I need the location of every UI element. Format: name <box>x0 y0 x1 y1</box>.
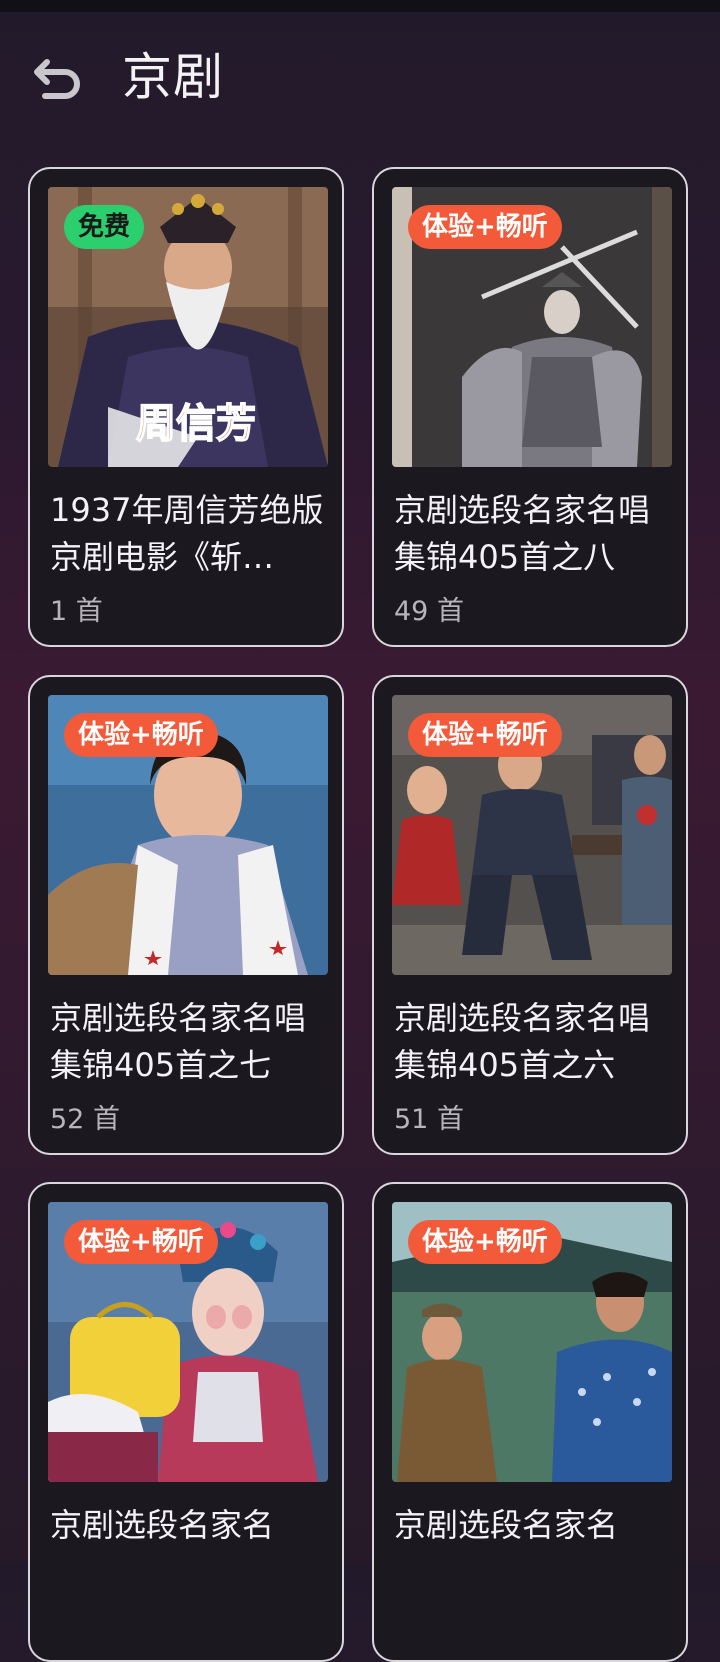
free-badge: 免费 <box>64 205 145 249</box>
album-cover-image: 体验+畅听 <box>392 187 672 467</box>
album-title: 京剧选段名家名唱集锦405首之七 <box>50 999 307 1084</box>
track-count: 51 首 <box>394 1104 464 1135</box>
header: 京剧 <box>0 30 720 120</box>
trial-badge: 体验+畅听 <box>408 205 562 249</box>
album-title: 京剧选段名家名 <box>50 1506 275 1544</box>
album-cover-image: 体验+畅听 <box>48 1202 328 1482</box>
track-count: 52 首 <box>50 1104 120 1135</box>
cover-caption: 周信芳 <box>136 400 256 447</box>
album-card[interactable]: 体验+畅听 京剧选段名家名 <box>372 1182 688 1662</box>
track-count: 49 首 <box>394 596 464 627</box>
page-title: 京剧 <box>122 48 224 106</box>
album-card[interactable]: 体验+畅听 京剧选段名家名唱集锦405首之七 52 首 <box>28 675 344 1155</box>
album-cover-image: 周信芳 免费 <box>48 187 328 467</box>
album-cover-image: 体验+畅听 <box>48 695 328 975</box>
back-button[interactable] <box>28 48 88 108</box>
trial-badge: 体验+畅听 <box>408 713 562 757</box>
album-card[interactable]: 体验+畅听 京剧选段名家名 <box>28 1182 344 1662</box>
trial-badge: 体验+畅听 <box>64 1220 218 1264</box>
status-bar <box>0 0 720 12</box>
trial-badge: 体验+畅听 <box>64 713 218 757</box>
album-cover-image: 体验+畅听 <box>392 695 672 975</box>
trial-badge: 体验+畅听 <box>408 1220 562 1264</box>
track-count: 1 首 <box>50 596 103 627</box>
album-title: 京剧选段名家名唱集锦405首之八 <box>394 491 651 576</box>
album-title: 京剧选段名家名 <box>394 1506 619 1544</box>
album-card[interactable]: 体验+畅听 京剧选段名家名唱集锦405首之八 49 首 <box>372 167 688 647</box>
album-card[interactable]: 周信芳 免费 1937年周信芳绝版京剧电影《斩… 1 首 <box>28 167 344 647</box>
album-title: 京剧选段名家名唱集锦405首之六 <box>394 999 651 1084</box>
back-arrow-icon <box>34 59 80 99</box>
album-title: 1937年周信芳绝版京剧电影《斩… <box>50 491 324 576</box>
album-cover-image: 体验+畅听 <box>392 1202 672 1482</box>
album-card[interactable]: 体验+畅听 京剧选段名家名唱集锦405首之六 51 首 <box>372 675 688 1155</box>
